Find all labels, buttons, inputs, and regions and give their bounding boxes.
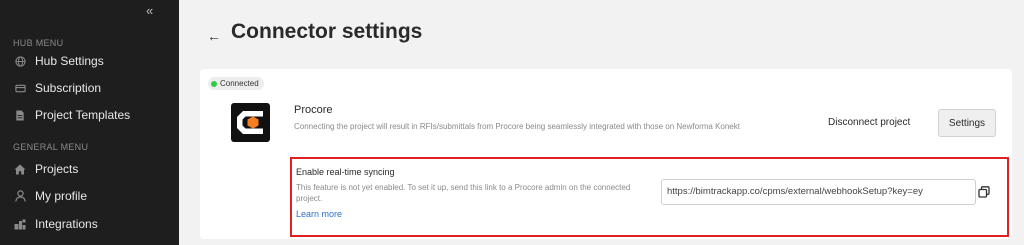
disconnect-project-button[interactable]: Disconnect project xyxy=(828,117,910,128)
sidebar-item-projects[interactable]: Projects xyxy=(0,158,179,180)
sidebar-item-project-templates[interactable]: Project Templates xyxy=(0,104,179,126)
sync-description: This feature is not yet enabled. To set … xyxy=(296,183,631,203)
sidebar-item-subscription[interactable]: Subscription xyxy=(0,77,179,99)
connector-card: Connected Procore Connecting the project… xyxy=(200,69,1012,239)
document-icon xyxy=(14,109,26,121)
copy-icon[interactable] xyxy=(978,185,992,199)
sidebar-item-hub-settings[interactable]: Hub Settings xyxy=(0,50,179,72)
sync-title: Enable real-time syncing xyxy=(296,167,395,177)
sidebar-item-label: Projects xyxy=(35,162,79,176)
sidebar: « HUB MENU Hub Settings Subscription Pro… xyxy=(0,0,179,245)
status-dot-icon xyxy=(211,80,217,87)
sidebar-item-my-profile[interactable]: My profile xyxy=(0,185,179,207)
page-title: Connector settings xyxy=(231,20,423,43)
sidebar-item-label: Hub Settings xyxy=(35,54,104,68)
general-menu-label: GENERAL MENU xyxy=(13,142,89,152)
settings-button[interactable]: Settings xyxy=(938,109,996,137)
back-arrow-icon[interactable]: ← xyxy=(207,28,221,44)
realtime-sync-section: Enable real-time syncing This feature is… xyxy=(290,157,1009,237)
status-label: Connected xyxy=(220,79,259,88)
sidebar-item-label: Subscription xyxy=(35,81,102,95)
collapse-sidebar-icon[interactable]: « xyxy=(146,3,153,18)
connector-description: Connecting the project will result in RF… xyxy=(294,122,740,131)
webhook-url-field[interactable]: https://bimtrackapp.co/cpms/external/web… xyxy=(661,179,976,205)
connector-name: Procore xyxy=(294,104,333,116)
user-icon xyxy=(14,190,26,202)
sidebar-item-label: Project Templates xyxy=(35,108,131,122)
learn-more-link[interactable]: Learn more xyxy=(296,209,342,219)
main-content: ← Connector settings Connected Procore C… xyxy=(179,0,1024,245)
card-icon xyxy=(14,82,26,94)
sidebar-item-label: Integrations xyxy=(35,217,98,231)
globe-icon xyxy=(14,55,26,67)
status-badge: Connected xyxy=(208,77,264,90)
sidebar-item-integrations[interactable]: Integrations xyxy=(0,213,179,235)
procore-logo-icon xyxy=(231,103,270,142)
home-icon xyxy=(14,163,26,175)
sidebar-item-label: My profile xyxy=(35,189,88,203)
hub-menu-label: HUB MENU xyxy=(13,38,64,48)
puzzle-icon xyxy=(14,218,26,230)
